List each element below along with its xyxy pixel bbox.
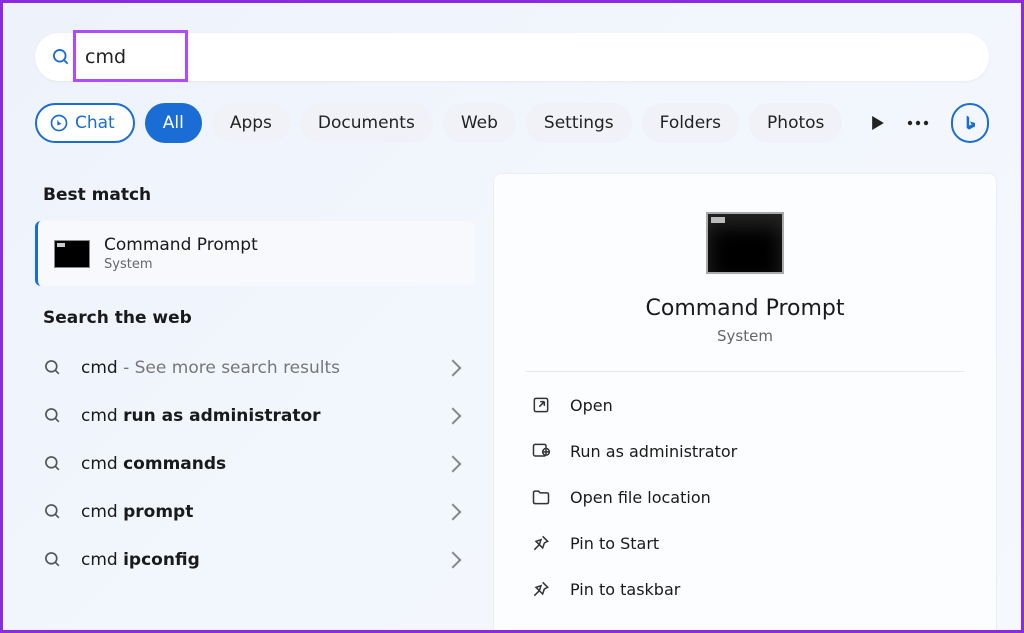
search-icon bbox=[51, 47, 71, 67]
action-open-location[interactable]: Open file location bbox=[526, 474, 964, 520]
action-pin-start[interactable]: Pin to Start bbox=[526, 520, 964, 566]
filter-all[interactable]: All bbox=[145, 103, 202, 143]
search-icon bbox=[43, 502, 63, 522]
chevron-right-icon bbox=[445, 504, 462, 521]
bing-chat-icon bbox=[49, 113, 69, 133]
web-result-2[interactable]: cmd commands bbox=[35, 440, 475, 488]
filters-row: Chat All Apps Documents Web Settings Fol… bbox=[35, 101, 989, 145]
chat-label: Chat bbox=[75, 113, 115, 133]
search-bar bbox=[35, 33, 989, 81]
filter-label: Apps bbox=[230, 113, 272, 133]
chevron-right-icon bbox=[445, 552, 462, 569]
command-prompt-icon bbox=[54, 240, 90, 268]
action-label: Open file location bbox=[570, 488, 711, 507]
best-match-title: Command Prompt bbox=[104, 235, 258, 255]
search-icon bbox=[43, 454, 63, 474]
web-result-text: cmd commands bbox=[81, 454, 447, 474]
best-match-item[interactable]: Command Prompt System bbox=[35, 221, 475, 286]
filter-label: Documents bbox=[318, 113, 415, 133]
bing-icon bbox=[960, 112, 980, 134]
filter-folders[interactable]: Folders bbox=[642, 103, 739, 143]
divider bbox=[526, 371, 964, 372]
detail-panel: Command Prompt System Open Run as admini… bbox=[493, 173, 997, 630]
folder-icon bbox=[530, 486, 552, 508]
action-label: Open bbox=[570, 396, 613, 415]
search-icon bbox=[43, 406, 63, 426]
filter-label: Settings bbox=[544, 113, 614, 133]
web-result-text: cmd run as administrator bbox=[81, 406, 447, 426]
chevron-right-icon bbox=[445, 360, 462, 377]
results-column: Best match Command Prompt System Search … bbox=[35, 173, 475, 584]
action-run-admin[interactable]: Run as administrator bbox=[526, 428, 964, 474]
chevron-right-icon bbox=[445, 456, 462, 473]
web-result-0[interactable]: cmd - See more search results bbox=[35, 344, 475, 392]
admin-icon bbox=[530, 440, 552, 462]
best-match-subtitle: System bbox=[104, 257, 258, 272]
action-label: Run as administrator bbox=[570, 442, 737, 461]
filter-web[interactable]: Web bbox=[443, 103, 516, 143]
web-result-text: cmd ipconfig bbox=[81, 550, 447, 570]
command-prompt-icon-large bbox=[706, 212, 784, 274]
search-web-header: Search the web bbox=[43, 308, 467, 328]
best-match-header: Best match bbox=[43, 185, 467, 205]
filter-label: Web bbox=[461, 113, 498, 133]
web-result-3[interactable]: cmd prompt bbox=[35, 488, 475, 536]
filter-apps[interactable]: Apps bbox=[212, 103, 290, 143]
action-label: Pin to Start bbox=[570, 534, 659, 553]
action-list: Open Run as administrator Open file loca… bbox=[526, 382, 964, 612]
search-input[interactable] bbox=[85, 46, 973, 68]
search-icon bbox=[43, 358, 63, 378]
action-pin-taskbar[interactable]: Pin to taskbar bbox=[526, 566, 964, 612]
chevron-right-icon bbox=[445, 408, 462, 425]
bing-button[interactable] bbox=[951, 103, 989, 143]
detail-title: Command Prompt bbox=[646, 296, 845, 321]
pin-icon bbox=[530, 532, 552, 554]
web-result-4[interactable]: cmd ipconfig bbox=[35, 536, 475, 584]
web-result-1[interactable]: cmd run as administrator bbox=[35, 392, 475, 440]
web-result-text: cmd prompt bbox=[81, 502, 447, 522]
filter-label: Folders bbox=[660, 113, 721, 133]
search-icon bbox=[43, 550, 63, 570]
play-icon[interactable] bbox=[862, 107, 892, 139]
open-icon bbox=[530, 394, 552, 416]
pin-icon bbox=[530, 578, 552, 600]
filter-documents[interactable]: Documents bbox=[300, 103, 433, 143]
filter-photos[interactable]: Photos bbox=[749, 103, 842, 143]
action-open[interactable]: Open bbox=[526, 382, 964, 428]
filter-label: Photos bbox=[767, 113, 824, 133]
filter-settings[interactable]: Settings bbox=[526, 103, 632, 143]
filter-label: All bbox=[163, 113, 184, 133]
web-result-text: cmd - See more search results bbox=[81, 358, 447, 378]
more-icon[interactable] bbox=[903, 107, 933, 139]
action-label: Pin to taskbar bbox=[570, 580, 680, 599]
detail-subtitle: System bbox=[717, 327, 773, 345]
chat-pill[interactable]: Chat bbox=[35, 103, 135, 143]
